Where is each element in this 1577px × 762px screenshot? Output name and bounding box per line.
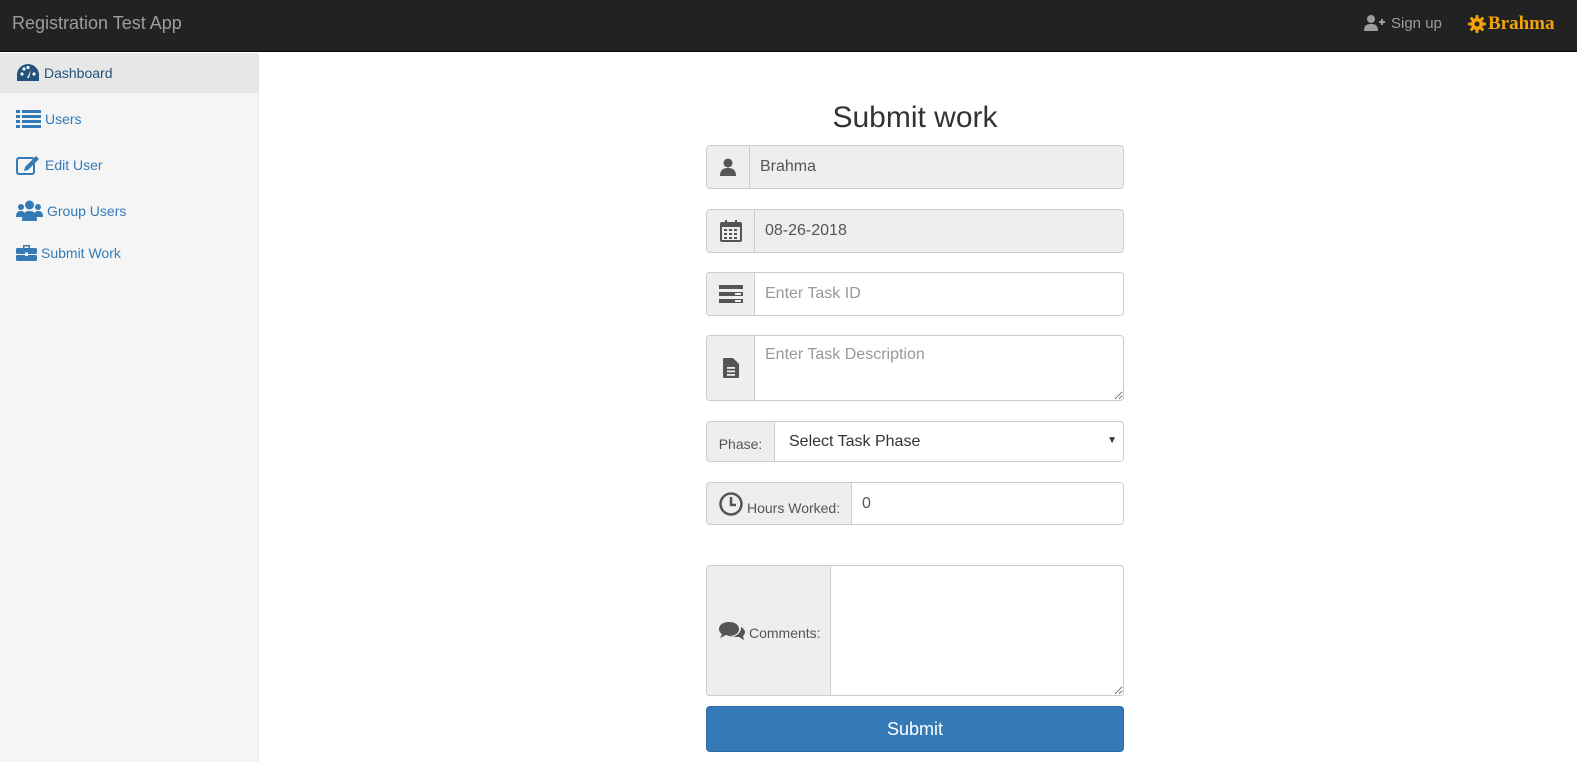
current-user-link[interactable]: Brahma bbox=[1468, 13, 1555, 35]
hours-label: Hours Worked: bbox=[747, 499, 841, 516]
task-id-addon bbox=[707, 273, 755, 315]
sidebar: Dashboard Users Edit User Group Users Su… bbox=[0, 53, 259, 762]
phase-addon: Phase: bbox=[707, 422, 775, 461]
calendar-icon bbox=[719, 220, 742, 242]
task-id-group bbox=[706, 272, 1124, 316]
task-description-input[interactable] bbox=[755, 336, 1123, 400]
file-text-icon bbox=[722, 358, 739, 378]
comments-icon bbox=[719, 621, 745, 640]
sidebar-item-submit-work[interactable]: Submit Work bbox=[0, 233, 259, 273]
current-user-label: Brahma bbox=[1488, 13, 1555, 34]
comments-addon: Comments: bbox=[707, 566, 831, 695]
dashboard-icon bbox=[17, 64, 39, 81]
phase-selected-value: Select Task Phase bbox=[789, 433, 921, 450]
add-user-icon bbox=[1364, 15, 1385, 31]
hours-input[interactable] bbox=[852, 483, 1123, 524]
date-addon bbox=[707, 210, 755, 252]
edit-icon bbox=[16, 156, 39, 175]
signup-link[interactable]: Sign up bbox=[1364, 14, 1442, 32]
username-group bbox=[706, 145, 1124, 189]
username-addon bbox=[707, 146, 750, 188]
server-icon bbox=[718, 285, 743, 303]
page-title: Submit work bbox=[832, 101, 998, 134]
sidebar-item-label: Submit Work bbox=[41, 245, 121, 261]
sidebar-item-label: Group Users bbox=[47, 203, 127, 219]
date-group bbox=[706, 209, 1124, 253]
sidebar-item-edit-user[interactable]: Edit User bbox=[0, 145, 259, 185]
date-field[interactable] bbox=[755, 210, 1123, 252]
top-navbar: Registration Test App Sign up Brahma bbox=[0, 0, 1577, 52]
gear-icon bbox=[1468, 15, 1486, 33]
sidebar-item-label: Dashboard bbox=[44, 65, 113, 81]
hours-group: Hours Worked: bbox=[706, 482, 1124, 525]
list-icon bbox=[16, 110, 41, 128]
sidebar-item-group-users[interactable]: Group Users bbox=[0, 191, 259, 231]
app-brand-link[interactable]: Registration Test App bbox=[12, 13, 182, 34]
chevron-down-icon: ▼ bbox=[1107, 435, 1117, 446]
comments-group: Comments: bbox=[706, 565, 1124, 696]
task-description-addon bbox=[707, 336, 755, 400]
clock-icon bbox=[719, 491, 743, 516]
phase-group: Phase: Select Task Phase ▼ bbox=[706, 421, 1124, 462]
task-id-input[interactable] bbox=[755, 273, 1123, 315]
username-field[interactable] bbox=[750, 146, 1123, 188]
users-icon bbox=[16, 200, 43, 221]
hours-addon: Hours Worked: bbox=[707, 483, 852, 524]
comments-input[interactable] bbox=[831, 566, 1123, 695]
phase-label: Phase: bbox=[718, 435, 763, 452]
task-description-group bbox=[706, 335, 1124, 401]
submit-button[interactable]: Submit bbox=[706, 706, 1124, 752]
phase-select[interactable]: Select Task Phase ▼ bbox=[775, 422, 1123, 461]
signup-label: Sign up bbox=[1391, 14, 1442, 32]
sidebar-item-label: Edit User bbox=[45, 157, 103, 173]
comments-label: Comments: bbox=[749, 624, 821, 641]
user-icon bbox=[720, 158, 736, 176]
sidebar-item-users[interactable]: Users bbox=[0, 99, 259, 139]
sidebar-item-label: Users bbox=[45, 111, 82, 127]
sidebar-item-dashboard[interactable]: Dashboard bbox=[0, 53, 259, 93]
briefcase-icon bbox=[16, 245, 37, 261]
